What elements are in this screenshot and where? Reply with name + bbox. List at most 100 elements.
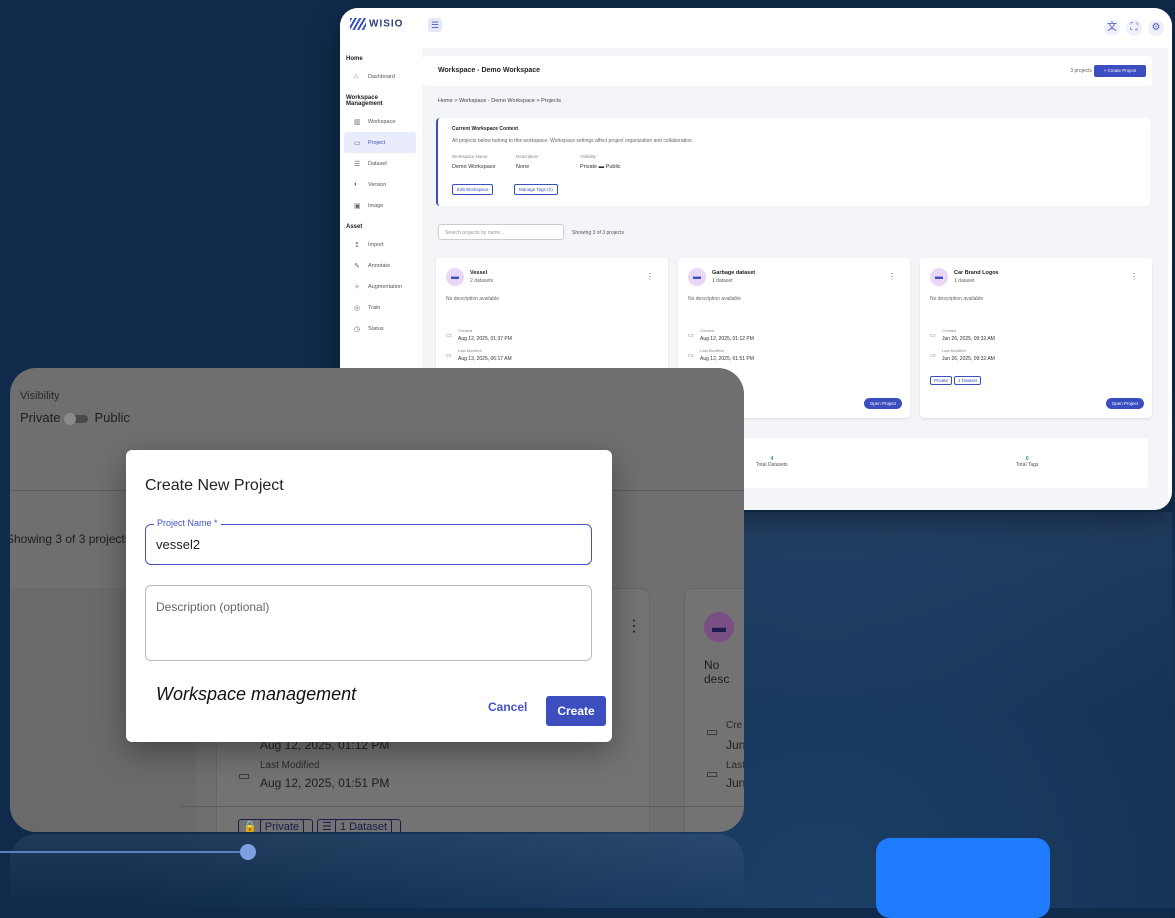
stat-total-datasets: 4 Total Datasets [756, 456, 788, 468]
project-dataset-count: 1 dataset [712, 278, 733, 284]
translate-icon[interactable]: 文 [1104, 20, 1120, 36]
sidebar-item-import[interactable]: ↥ Import [340, 234, 420, 255]
sidebar-item-dataset[interactable]: ☰ Dataset [340, 153, 420, 174]
project-description: No description available [930, 296, 984, 302]
context-heading: Current Workspace Context [452, 126, 519, 132]
create-button[interactable]: Create [546, 696, 606, 726]
sidebar-item-label: Version [368, 181, 387, 188]
value-visibility: Private ▬ Public [580, 164, 621, 170]
open-project-button[interactable]: Open Project [863, 398, 902, 409]
public-label: Public [94, 410, 130, 425]
sidebar-item-project[interactable]: ▭ Project [344, 132, 416, 153]
more-icon[interactable]: ⋮ [1130, 272, 1138, 281]
context-description: All projects below belong to this worksp… [452, 138, 694, 144]
modified-label: Last Modified [700, 348, 724, 353]
created-date: Jun 26, 2025, 09:32 AM [942, 336, 995, 342]
folder-icon: ▬ [446, 268, 464, 286]
label-workspace-name: Workspace Name [452, 154, 488, 159]
private-tag-label: Private [259, 819, 305, 832]
modified-date: Aug 13, 2025, 06:17 AM [458, 356, 512, 362]
folder-icon: ▬ [704, 612, 734, 642]
project-dataset-count: 2 datasets [470, 278, 494, 284]
label-visibility: Visibility [580, 154, 597, 159]
project-card-car-brand[interactable]: ▬ Car Brand Logos 1 dataset ⋮ No descrip… [920, 258, 1152, 418]
menu-icon[interactable]: ☰ [428, 18, 442, 32]
app-topbar: WISIO ☰ 文 ⛶ ⚙ [340, 8, 1172, 48]
calendar-icon: ▭ [688, 333, 694, 339]
sidebar-item-label: Project [368, 139, 386, 146]
modified-label: Last Modified [458, 348, 482, 353]
more-icon[interactable]: ⋮ [888, 272, 896, 281]
sidebar-item-dashboard[interactable]: ⌂ Dashboard [340, 66, 420, 87]
sidebar-item-label: Annotate [368, 262, 391, 269]
modified-date: Jun [726, 776, 744, 790]
more-icon[interactable]: ⋮ [646, 272, 654, 281]
created-label: Cre [726, 720, 743, 731]
project-description: No desc [704, 658, 730, 686]
edit-workspace-button[interactable]: Edit Workspace [452, 184, 494, 195]
showing-count: Showing 3 of 3 projects [572, 230, 624, 236]
private-tag: Private [930, 376, 953, 385]
created-date: Aug 12, 2025, 01:37 PM [458, 336, 512, 342]
logo-text: WISIO [369, 18, 404, 30]
fullscreen-icon[interactable]: ⛶ [1126, 20, 1142, 36]
modified-date: Jun 26, 2025, 09:32 AM [942, 356, 995, 362]
calendar-icon: ▭ [930, 353, 936, 359]
private-label: Private [20, 410, 61, 425]
app-logo: WISIO [350, 18, 403, 30]
open-project-button[interactable]: Open Project [1105, 398, 1144, 409]
tagline: Workspace management [156, 684, 357, 704]
cancel-button[interactable]: Cancel [488, 700, 527, 714]
stat-total-tags: 0 Total Tags [1016, 456, 1038, 468]
sidebar-item-label: Dataset [368, 160, 387, 167]
description-field[interactable]: Description (optional) [145, 585, 592, 661]
folder-icon: ▭ [354, 139, 361, 147]
project-name: Garbage dataset [712, 270, 756, 276]
created-date: Aug 12, 2025, 01:12 PM [700, 336, 754, 342]
decorative-block [876, 838, 1050, 918]
stat-label: Total Tags [1016, 462, 1039, 468]
folder-icon: ▬ [688, 268, 706, 286]
sidebar-item-image[interactable]: ▣ Image [340, 195, 420, 216]
home-icon: ⌂ [354, 73, 359, 80]
sidebar-item-train[interactable]: ◎ Train [340, 297, 420, 318]
calendar-icon: ▭ [446, 333, 452, 339]
sidebar-item-label: Status [368, 325, 384, 332]
upload-icon: ↥ [354, 241, 360, 249]
manage-tags-button[interactable]: Manage Tags (0) [514, 184, 558, 195]
modified-label: Last Modified [942, 348, 966, 353]
sidebar-item-label: Train [368, 304, 381, 311]
created-label: Created [700, 328, 715, 333]
workspace-context-panel: Current Workspace Context All projects b… [436, 118, 1150, 206]
more-icon[interactable]: ⋮ [626, 616, 642, 636]
sidebar-header-workspace: Workspace Management [346, 95, 383, 107]
decorative-line [0, 851, 247, 853]
search-input[interactable]: Search projects by name... [438, 224, 564, 240]
database-icon: ☰ [354, 160, 361, 168]
settings-icon[interactable]: ⚙ [1148, 20, 1164, 36]
page-title: Workspace - Demo Workspace [438, 67, 541, 74]
tag-row: Private 1 Dataset [930, 376, 983, 385]
project-description: No description available [688, 296, 742, 302]
project-count: 3 projects [1070, 68, 1092, 74]
dataset-tag-label: 1 Dataset [334, 819, 393, 832]
sidebar-item-annotate[interactable]: ✎ Annotate [340, 255, 420, 276]
calendar-icon: ▭ [238, 768, 251, 783]
train-icon: ◎ [354, 304, 361, 312]
wand-icon: ✧ [354, 283, 360, 291]
value-workspace-name: Demo Workspace [452, 164, 496, 170]
project-description: No description available [446, 296, 500, 302]
sidebar-item-workspace[interactable]: ▥ Workspace [340, 111, 420, 132]
sidebar-item-status[interactable]: ◷ Status [340, 318, 420, 339]
project-name-field[interactable]: Project Name * vessel2 [145, 518, 592, 565]
project-name: Vessel [470, 270, 488, 276]
image-icon: ▣ [354, 202, 361, 210]
sidebar-item-augmentation[interactable]: ✧ Augmentation [340, 276, 420, 297]
description-placeholder: Description (optional) [156, 600, 270, 614]
calendar-icon: ▭ [446, 353, 452, 359]
visibility-toggle[interactable] [64, 412, 89, 425]
created-label: Created [458, 328, 473, 333]
create-project-button[interactable]: + Create Project [1094, 65, 1146, 77]
sidebar-item-label: Dashboard [368, 73, 395, 80]
sidebar-item-version[interactable]: ◐ Version [340, 174, 420, 195]
